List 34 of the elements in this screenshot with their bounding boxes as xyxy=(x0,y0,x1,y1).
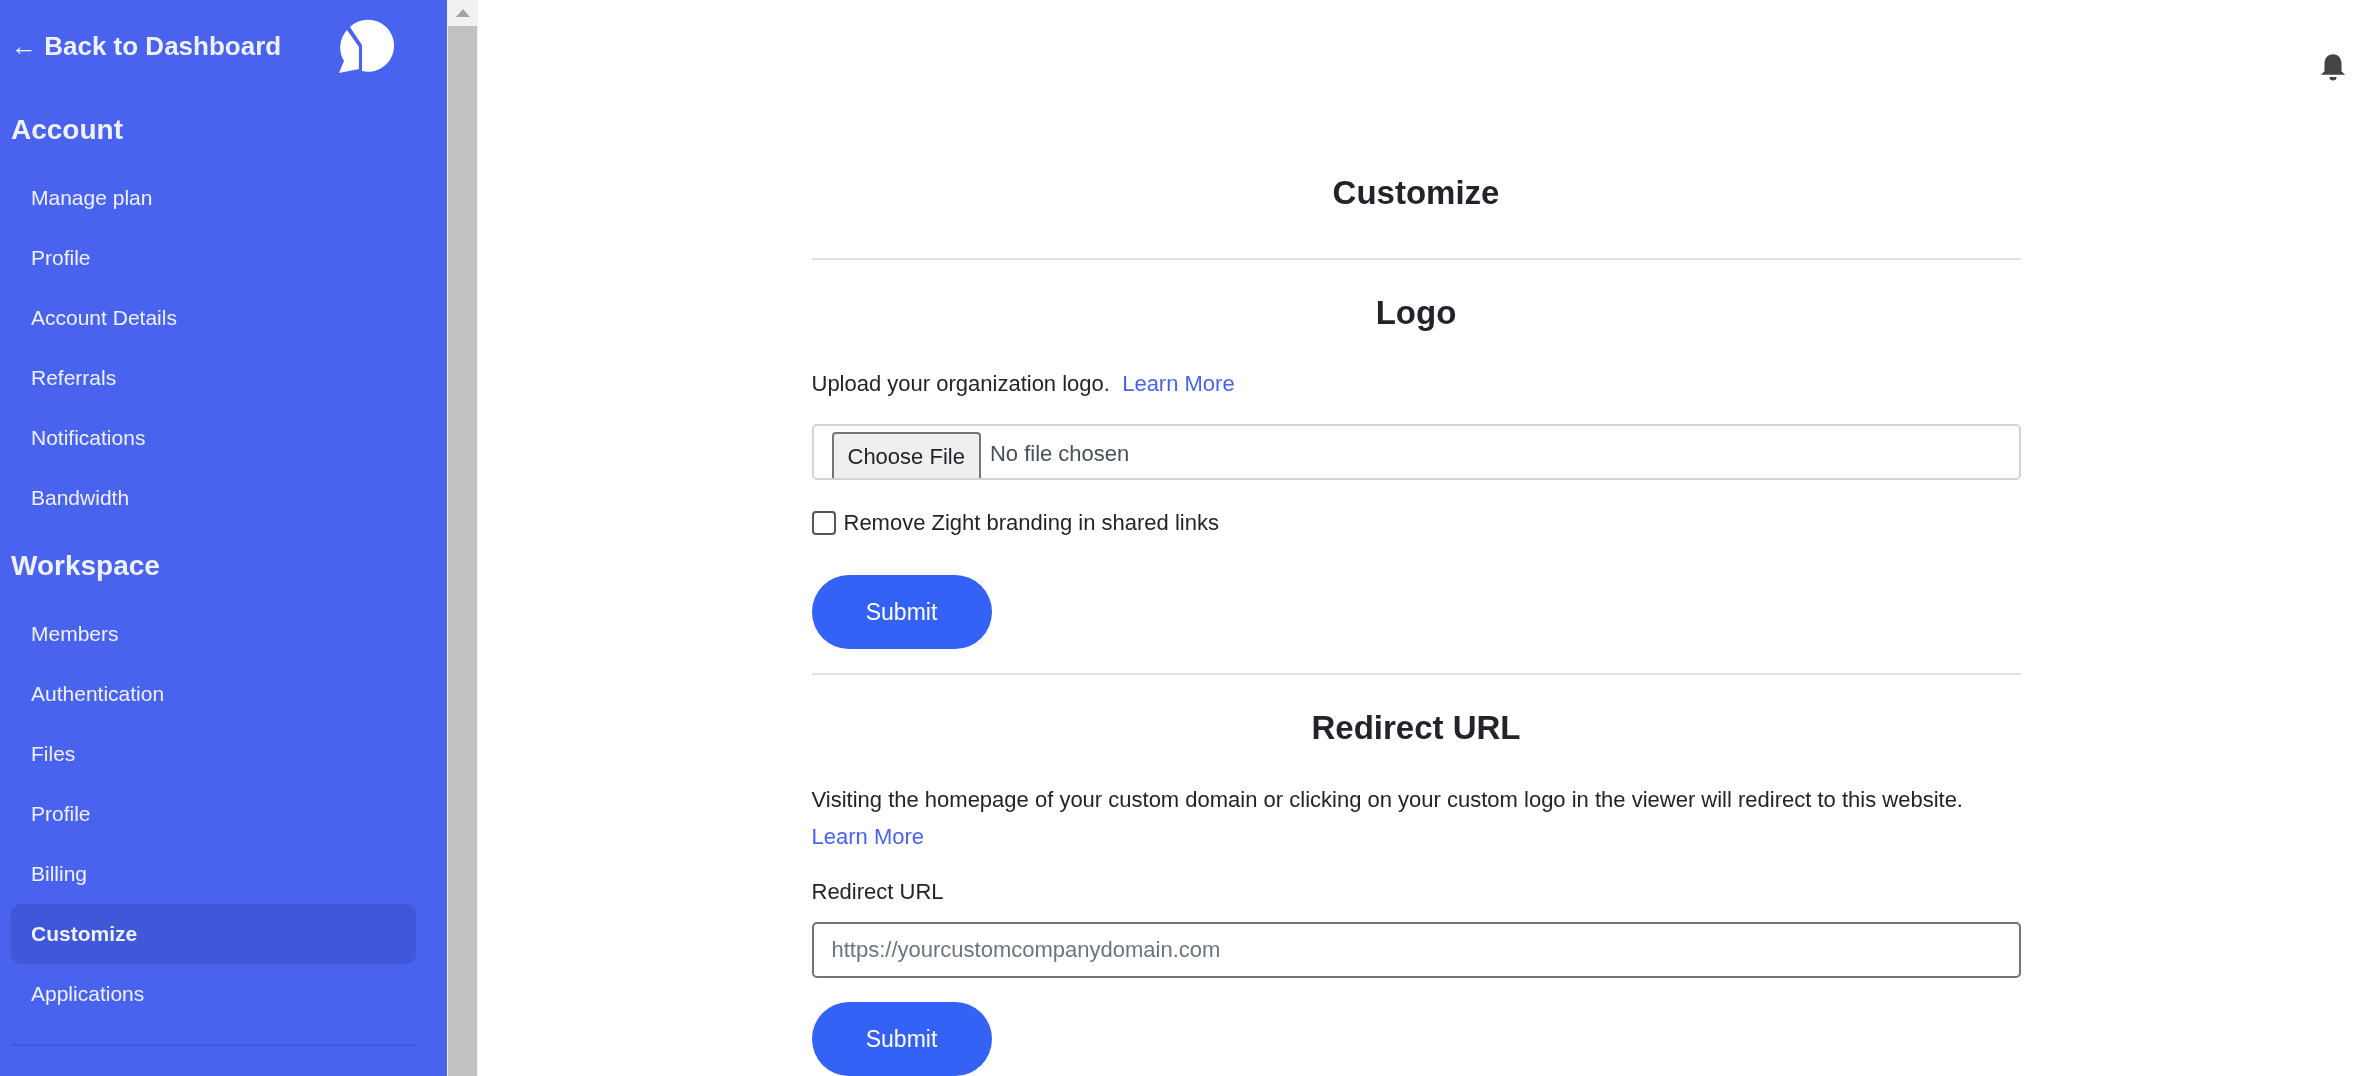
section-heading: Account xyxy=(11,113,124,147)
sidebar-item[interactable]: Files xyxy=(11,724,416,784)
sidebar-item[interactable]: Manage plan xyxy=(11,168,416,228)
sidebar-item[interactable]: Customize xyxy=(11,904,416,964)
sidebar-item[interactable]: Account Details xyxy=(11,288,416,348)
file-input[interactable]: Choose File No file chosen xyxy=(811,424,2021,481)
page-title: Customize xyxy=(1331,173,1501,213)
section-heading: Workspace xyxy=(11,549,161,583)
checkbox-label: Remove Zight branding in shared links xyxy=(843,509,1219,538)
submit-button[interactable]: Submit xyxy=(811,575,992,650)
sidebar-item[interactable]: Billing xyxy=(11,844,416,904)
section-title: Redirect URL xyxy=(1310,708,1522,749)
sidebar-item[interactable]: Members xyxy=(11,604,416,664)
sidebar-item[interactable]: Referrals xyxy=(11,348,416,408)
learn-more-link[interactable]: Learn More xyxy=(1122,371,1235,396)
sidebar-item[interactable]: Profile xyxy=(11,228,416,288)
redirect-description: Visiting the homepage of your custom domain or clicking on your custom logo in the viewer will redirect to this website. Learn More xyxy=(811,785,1964,851)
logo-icon xyxy=(338,17,396,75)
choose-file-button[interactable]: Choose File xyxy=(831,432,981,479)
sidebar-item[interactable]: Applications xyxy=(11,964,416,1024)
section-title: Logo xyxy=(1374,292,1458,333)
field-label: Redirect URL xyxy=(811,877,945,906)
branding-checkbox[interactable] xyxy=(811,510,836,535)
logo-description: Upload your organization logo. Learn More xyxy=(811,370,1236,398)
learn-more-link[interactable]: Learn More xyxy=(811,823,924,849)
sidebar-item[interactable]: Profile xyxy=(11,784,416,844)
sidebar-item[interactable]: Notifications xyxy=(11,408,416,468)
file-status: No file chosen xyxy=(989,440,1130,469)
sidebar-item[interactable]: Authentication xyxy=(11,664,416,724)
sidebar-item[interactable]: Bandwidth xyxy=(11,468,416,528)
back-link[interactable]: ← Back to Dashboard xyxy=(11,26,282,66)
submit-button[interactable]: Submit xyxy=(811,1002,992,1076)
redirect-url-field[interactable]: https://yourcustomcompanydomain.com xyxy=(811,921,2021,979)
scroll-up-icon[interactable] xyxy=(455,8,470,18)
